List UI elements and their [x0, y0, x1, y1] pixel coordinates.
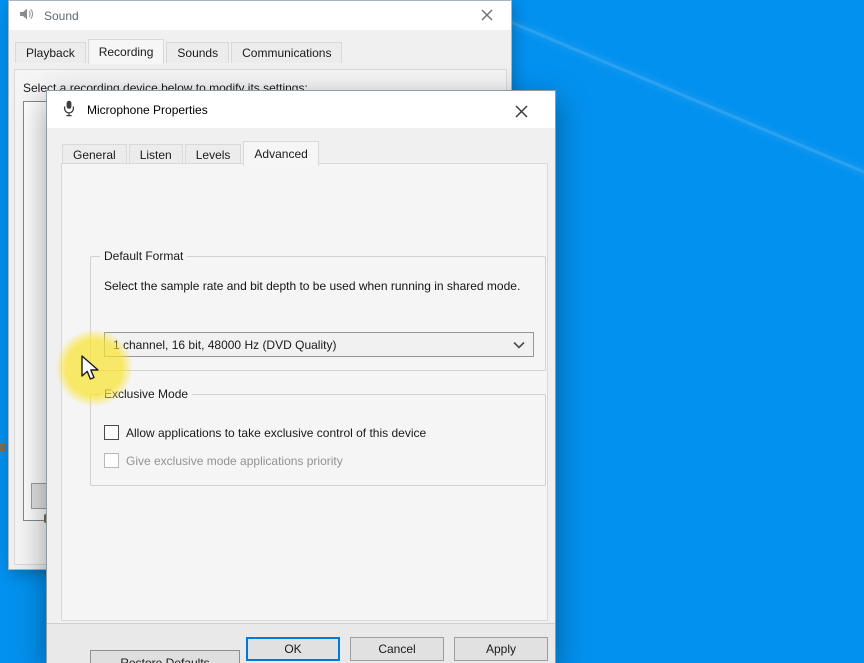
- restore-defaults-button[interactable]: Restore Defaults: [90, 650, 240, 663]
- tab-recording[interactable]: Recording: [88, 39, 165, 64]
- sound-titlebar[interactable]: Sound: [9, 1, 511, 30]
- mic-titlebar[interactable]: Microphone Properties: [47, 91, 555, 128]
- speaker-icon: [18, 6, 34, 25]
- advanced-tab-page: Default Format Select the sample rate an…: [61, 163, 548, 621]
- mic-dialog-title: Microphone Properties: [87, 103, 208, 117]
- ok-button[interactable]: OK: [246, 637, 340, 661]
- tab-sounds[interactable]: Sounds: [166, 42, 229, 63]
- tab-listen-label: Listen: [140, 148, 172, 162]
- apply-button[interactable]: Apply: [454, 637, 548, 661]
- tab-advanced-label: Advanced: [254, 147, 307, 161]
- exclusive-mode-group: Exclusive Mode: [90, 394, 546, 486]
- sound-tab-bar: Playback Recording Sounds Communications: [15, 39, 342, 63]
- mic-close-icon[interactable]: [505, 98, 537, 124]
- tab-levels[interactable]: Levels: [185, 144, 242, 165]
- exclusive-mode-legend: Exclusive Mode: [100, 387, 192, 401]
- desktop-wallpaper: Sound Playback Recording Sounds Communic…: [0, 0, 864, 663]
- microphone-icon: [62, 100, 76, 120]
- exclusive-control-label: Allow applications to take exclusive con…: [126, 426, 426, 440]
- tab-playback-label: Playback: [26, 46, 75, 60]
- desktop-icon-fragment: [0, 443, 6, 452]
- priority-label: Give exclusive mode applications priorit…: [126, 454, 343, 468]
- tab-communications[interactable]: Communications: [231, 42, 342, 63]
- sound-close-icon[interactable]: [471, 2, 503, 28]
- tab-levels-label: Levels: [196, 148, 231, 162]
- tab-playback[interactable]: Playback: [15, 42, 86, 63]
- priority-row: Give exclusive mode applications priorit…: [104, 453, 343, 468]
- sound-dialog-title: Sound: [44, 9, 79, 23]
- exclusive-control-row: Allow applications to take exclusive con…: [104, 425, 426, 440]
- wallpaper-light-ray: [504, 18, 864, 185]
- mic-tab-bar: General Listen Levels Advanced: [62, 141, 319, 165]
- tab-communications-label: Communications: [242, 46, 331, 60]
- tab-general-label: General: [73, 148, 116, 162]
- default-format-description: Select the sample rate and bit depth to …: [104, 278, 532, 295]
- priority-checkbox: [104, 453, 119, 468]
- cancel-button[interactable]: Cancel: [350, 637, 444, 661]
- tab-advanced[interactable]: Advanced: [243, 141, 318, 166]
- microphone-properties-dialog: Microphone Properties General Listen Lev…: [46, 90, 556, 663]
- sample-rate-selected-value: 1 channel, 16 bit, 48000 Hz (DVD Quality…: [113, 338, 336, 352]
- chevron-down-icon: [512, 339, 526, 354]
- default-format-legend: Default Format: [100, 249, 187, 263]
- tab-listen[interactable]: Listen: [129, 144, 183, 165]
- sample-rate-dropdown[interactable]: 1 channel, 16 bit, 48000 Hz (DVD Quality…: [104, 332, 534, 357]
- exclusive-control-checkbox[interactable]: [104, 425, 119, 440]
- tab-general[interactable]: General: [62, 144, 127, 165]
- tab-recording-label: Recording: [99, 45, 154, 59]
- tab-sounds-label: Sounds: [177, 46, 218, 60]
